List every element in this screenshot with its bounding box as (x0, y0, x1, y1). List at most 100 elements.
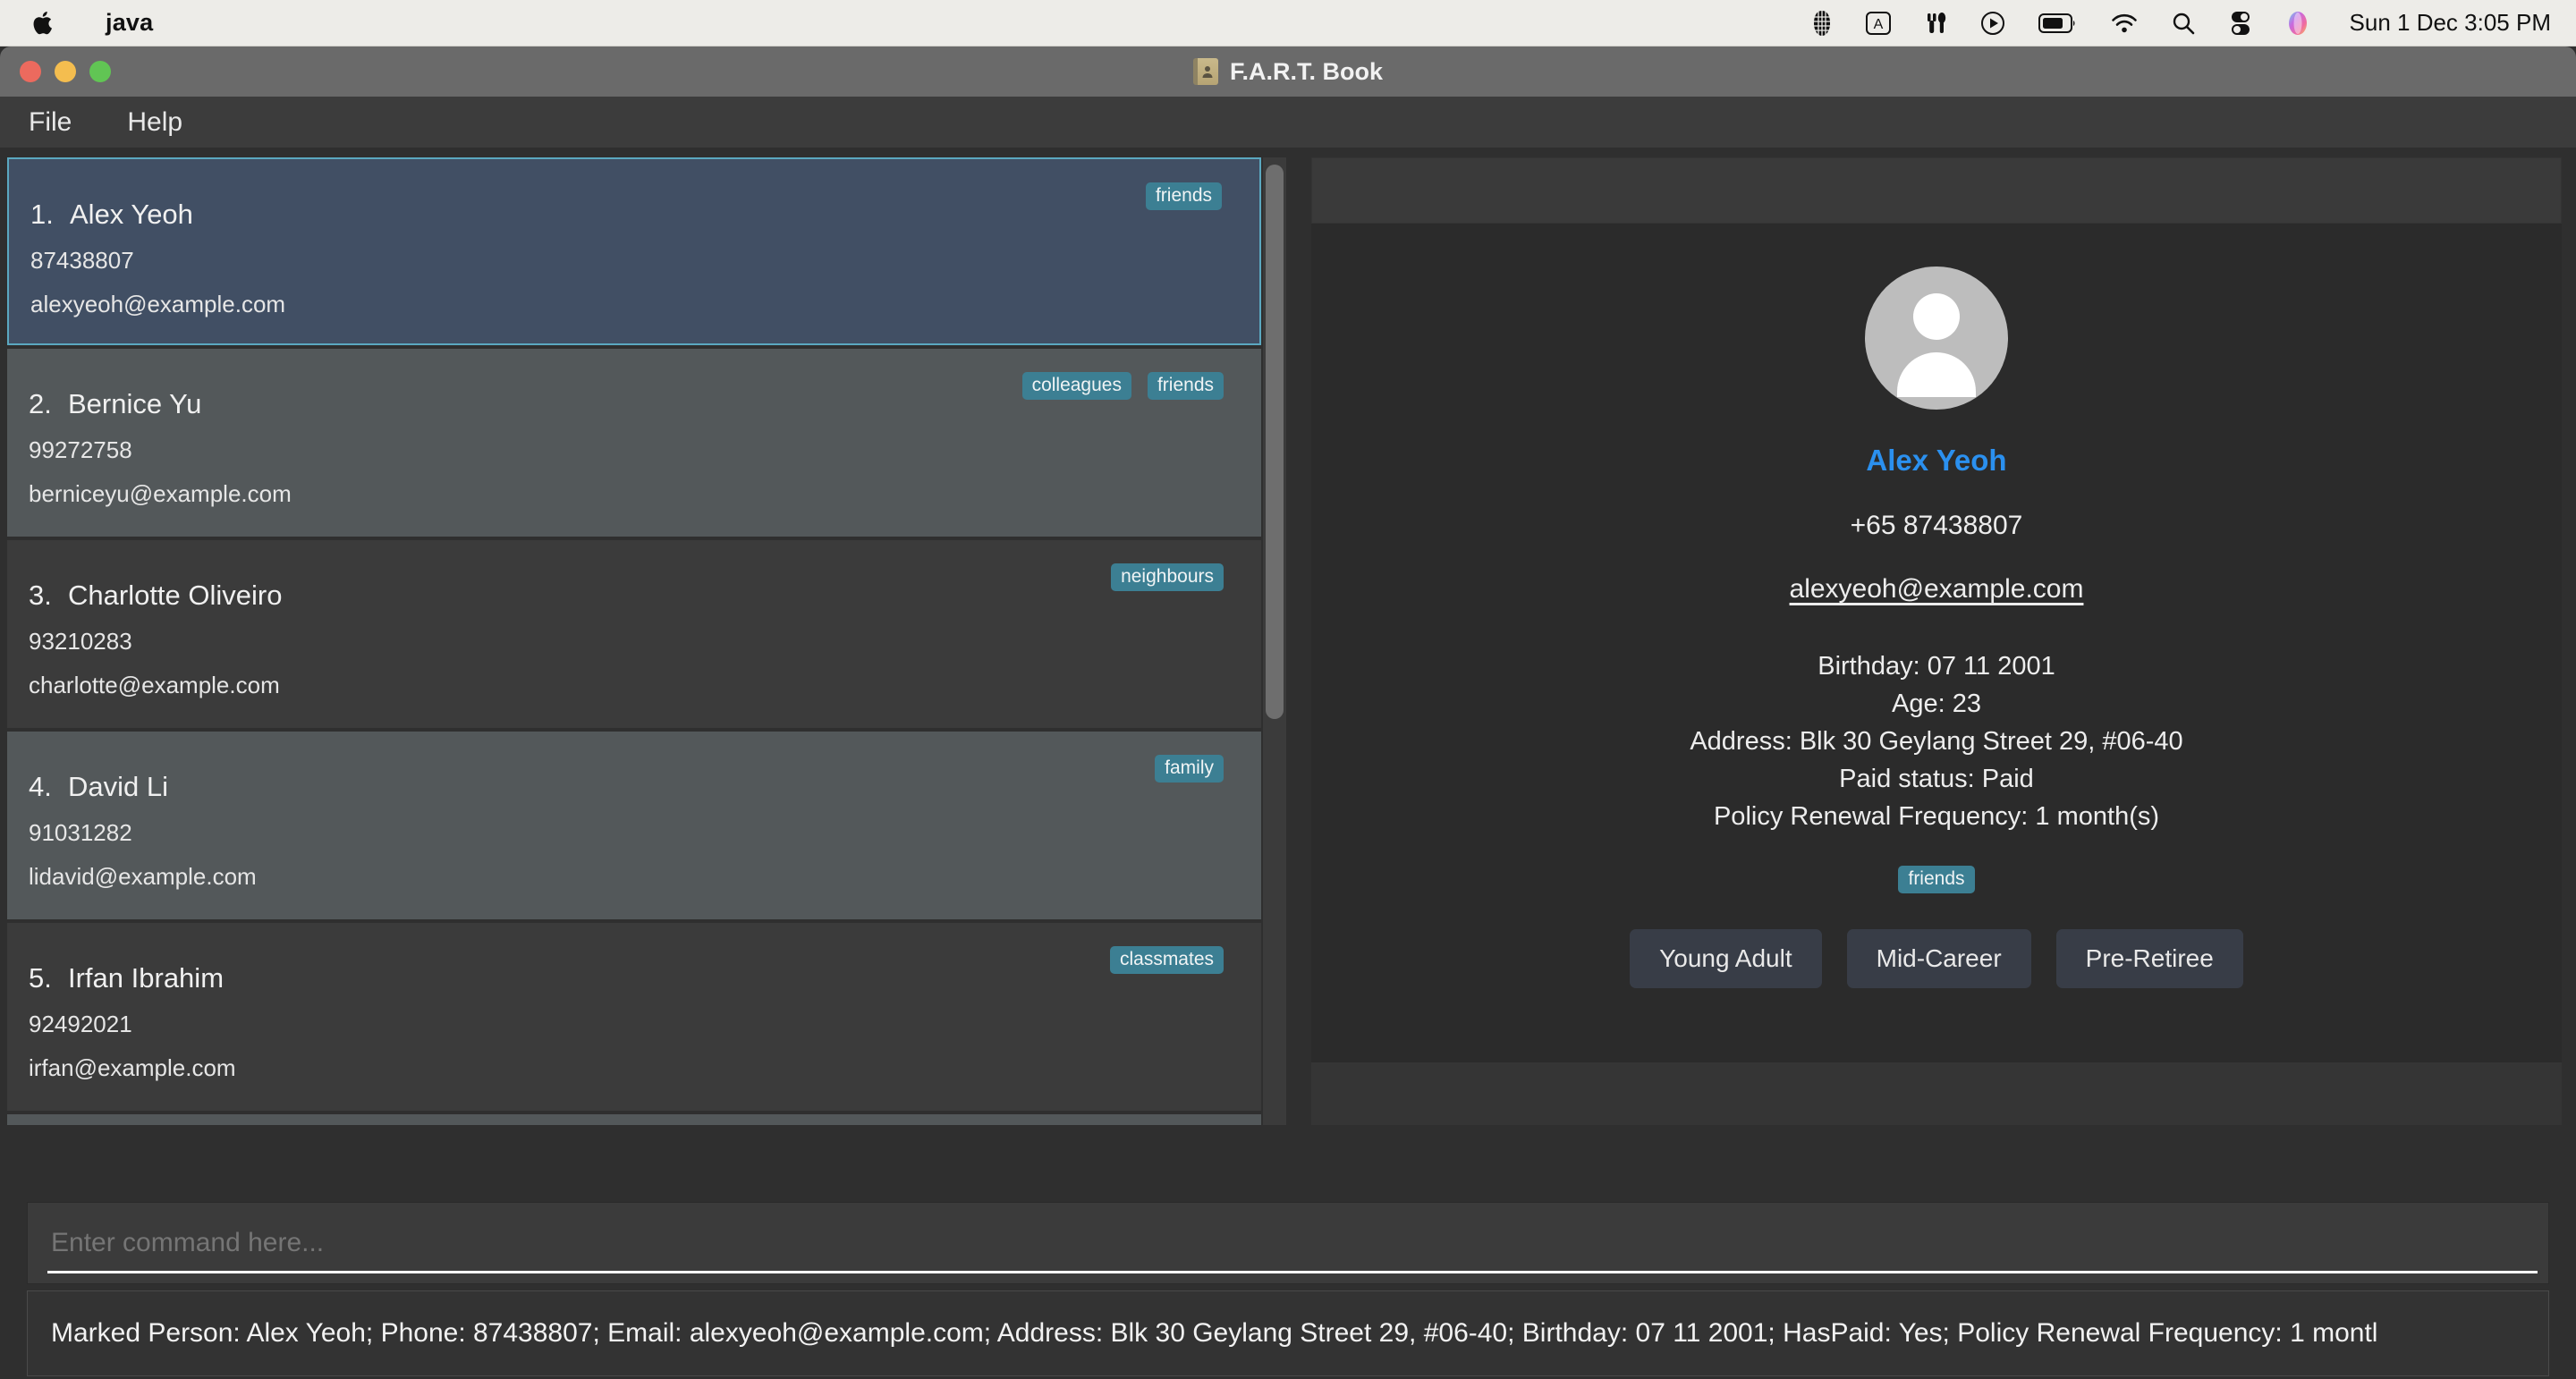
macos-menu-bar: java A Sun 1 Dec 3:05 PM (0, 0, 2576, 47)
person-tag-list: friends (1145, 182, 1222, 210)
person-name: Bernice Yu (68, 388, 202, 419)
person-name: Charlotte Oliveiro (68, 580, 283, 611)
grid-icon[interactable] (1811, 8, 1833, 38)
person-tag: friends (1147, 372, 1224, 400)
zoom-button[interactable] (89, 61, 111, 82)
person-tag: classmates (1109, 946, 1224, 974)
detail-phone: +65 87438807 (1850, 511, 2023, 540)
battery-icon[interactable] (2038, 8, 2078, 38)
person-name: Alex Yeoh (70, 199, 193, 230)
person-email: charlotte@example.com (29, 672, 280, 698)
detail-info-line: Paid status: Paid (1839, 765, 2034, 793)
person-phone: 91031282 (29, 819, 132, 846)
apple-logo-icon[interactable] (32, 10, 55, 37)
avatar-shoulders (1897, 352, 1976, 397)
menubar-clock[interactable]: Sun 1 Dec 3:05 PM (2350, 9, 2551, 37)
main-content: friends 1. Alex Yeoh 87438807 alexyeoh@examp… (0, 148, 2576, 1195)
wifi-icon[interactable] (2110, 8, 2139, 38)
window-titlebar: F.A.R.T. Book (0, 47, 2576, 97)
siri-icon[interactable] (2285, 8, 2310, 38)
minimize-button[interactable] (55, 61, 76, 82)
app-window: F.A.R.T. Book File Help friends 1. Alex Ye… (0, 47, 2576, 1379)
person-tag: family (1155, 755, 1224, 783)
result-text: Marked Person: Alex Yeoh; Phone: 8743880… (51, 1318, 2378, 1348)
split-divider[interactable] (1288, 157, 1311, 1195)
detail-panel-footer (1311, 1062, 2562, 1125)
window-controls (20, 61, 111, 82)
person-email: alexyeoh@example.com (30, 291, 286, 317)
person-list[interactable]: friends 1. Alex Yeoh 87438807 alexyeoh@examp… (7, 157, 1261, 1125)
person-list-item[interactable] (7, 1114, 1261, 1125)
menu-item-file[interactable]: File (20, 104, 80, 141)
result-display-box: Marked Person: Alex Yeoh; Phone: 8743880… (27, 1290, 2549, 1376)
detail-info-line: Address: Blk 30 Geylang Street 29, #06-4… (1690, 727, 2183, 756)
person-name: Irfan Ibrahim (68, 962, 225, 994)
svg-text:A: A (1873, 17, 1883, 32)
detail-person-name: Alex Yeoh (1866, 444, 2007, 477)
person-tag: friends (1145, 182, 1222, 210)
detail-info-line: Birthday: 07 11 2001 (1818, 652, 2055, 681)
person-index: 2. (29, 388, 52, 419)
detail-info-lines: Birthday: 07 11 2001 Age: 23 Address: Blk … (1690, 647, 2182, 835)
person-list-scrollbar[interactable] (1263, 157, 1286, 1125)
life-stage-button-group: Young Adult Mid-Career Pre-Retiree (1630, 929, 2243, 988)
search-icon[interactable] (2171, 8, 2196, 38)
menubar-status-icons: A Sun 1 Dec 3:05 PM (1811, 8, 2551, 38)
person-list-item[interactable]: colleagues friends 2. Bernice Yu 99272758 ber… (7, 349, 1261, 537)
scrollbar-thumb[interactable] (1266, 165, 1284, 719)
person-tag: colleagues (1021, 372, 1131, 400)
person-name-row: 5. Irfan Ibrahim (29, 962, 1240, 994)
person-phone: 87438807 (30, 247, 134, 274)
menu-item-help[interactable]: Help (118, 104, 191, 141)
person-name-row: 1. Alex Yeoh (30, 199, 1238, 231)
command-input-underline (47, 1271, 2538, 1273)
person-name: David Li (68, 771, 168, 802)
person-list-item[interactable]: classmates 5. Irfan Ibrahim 92492021 irfan@e… (7, 923, 1261, 1111)
detail-tag: friends (1898, 866, 1975, 893)
person-list-item[interactable]: neighbours 3. Charlotte Oliveiro 93210283 ch… (7, 540, 1261, 728)
address-book-icon (1192, 58, 1218, 85)
command-box[interactable] (27, 1202, 2549, 1284)
person-phone: 99272758 (29, 436, 132, 463)
window-title: F.A.R.T. Book (1229, 57, 1383, 85)
detail-info-line: Policy Renewal Frequency: 1 month(s) (1713, 802, 2160, 831)
person-phone: 92492021 (29, 1011, 132, 1037)
person-index: 4. (29, 771, 52, 802)
person-tag-list: family (1155, 755, 1224, 783)
person-tag: neighbours (1111, 563, 1224, 591)
play-circle-icon[interactable] (1979, 8, 2006, 38)
person-index: 5. (29, 962, 52, 994)
person-list-panel: friends 1. Alex Yeoh 87438807 alexyeoh@examp… (7, 157, 1288, 1125)
close-button[interactable] (20, 61, 41, 82)
keyboard-input-a-icon[interactable]: A (1865, 8, 1892, 38)
person-tag-list: classmates (1109, 946, 1224, 974)
detail-info-line: Age: 23 (1892, 690, 1981, 718)
control-center-icon[interactable] (2228, 8, 2253, 38)
app-menu-bar: File Help (0, 97, 2576, 148)
person-avatar-icon (1865, 266, 2008, 410)
detail-panel-body: Alex Yeoh +65 87438807 alexyeoh@example.… (1311, 224, 2562, 1062)
person-list-item[interactable]: friends 1. Alex Yeoh 87438807 alexyeoh@examp… (7, 157, 1261, 345)
detail-panel-header (1311, 157, 2562, 224)
life-stage-button-mid-career[interactable]: Mid-Career (1846, 929, 2031, 988)
person-email: lidavid@example.com (29, 863, 257, 890)
person-phone: 93210283 (29, 628, 132, 655)
person-tag-list: colleagues friends (1021, 372, 1224, 400)
person-tag-list: neighbours (1111, 563, 1224, 591)
menubar-app-name[interactable]: java (106, 9, 153, 37)
person-index: 1. (30, 199, 54, 230)
window-title-group: F.A.R.T. Book (0, 47, 2576, 97)
life-stage-button-pre-retiree[interactable]: Pre-Retiree (2055, 929, 2243, 988)
detail-tag-list: friends (1898, 866, 1975, 893)
person-list-item[interactable]: family 4. David Li 91031282 lidavid@example.… (7, 732, 1261, 919)
person-name-row: 3. Charlotte Oliveiro (29, 580, 1240, 612)
utensils-icon[interactable] (1924, 8, 1947, 38)
avatar-head (1913, 293, 1960, 340)
life-stage-button-young-adult[interactable]: Young Adult (1630, 929, 1822, 988)
person-index: 3. (29, 580, 52, 611)
person-email: irfan@example.com (29, 1054, 236, 1081)
detail-email-link[interactable]: alexyeoh@example.com (1790, 574, 2084, 605)
command-input[interactable] (51, 1228, 2548, 1258)
person-name-row: 4. David Li (29, 771, 1240, 803)
person-email: berniceyu@example.com (29, 480, 292, 507)
